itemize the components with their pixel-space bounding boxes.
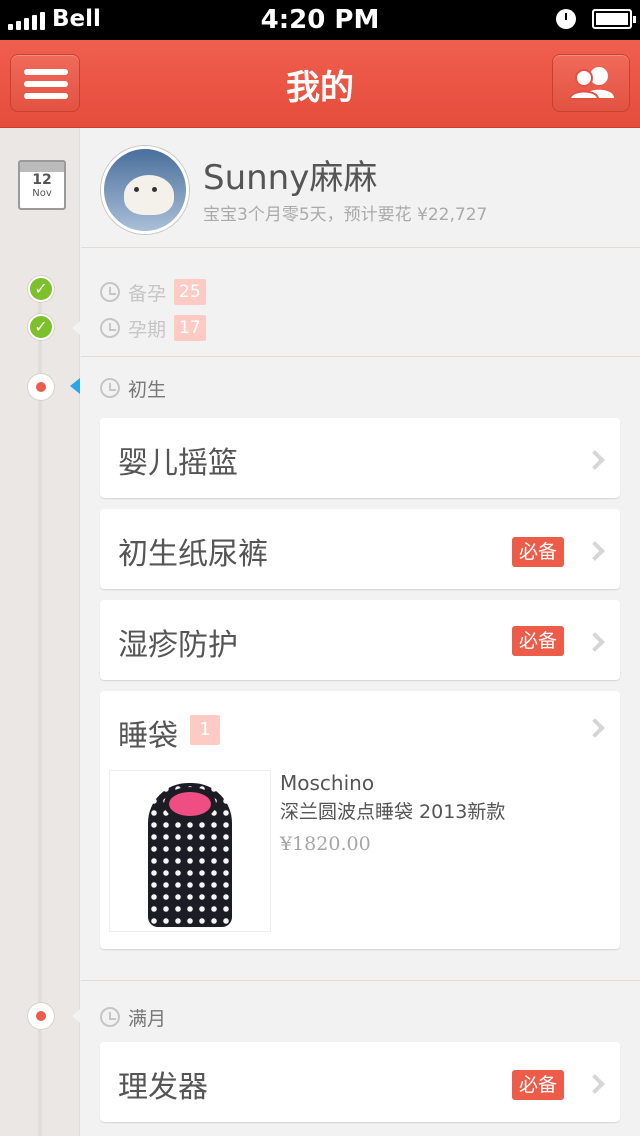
stage-row-newborn: 初生	[100, 373, 166, 403]
stage-label: 孕期	[128, 318, 167, 341]
product-name: 深兰圆波点睡袋 2013新款	[280, 801, 506, 823]
item-card-clipper[interactable]: 理发器 必备	[100, 1042, 620, 1122]
item-title: 婴儿摇篮	[118, 446, 238, 481]
chevron-right-icon	[585, 541, 605, 561]
status-bar: Bell 4:20 PM	[0, 0, 640, 40]
avatar[interactable]	[101, 146, 189, 234]
item-card-diapers[interactable]: 初生纸尿裤 必备	[100, 509, 620, 589]
timeline-rail: 12 Nov ✓ ✓	[0, 128, 81, 1136]
required-badge: 必备	[511, 537, 564, 567]
stage-label: 满月	[128, 1007, 167, 1030]
chevron-right-icon	[585, 1074, 605, 1094]
check-icon: ✓	[28, 276, 54, 302]
profile-header[interactable]: Sunny麻麻 宝宝3个月零5天，预计要花 ¥22,727	[81, 128, 640, 248]
chevron-right-icon	[585, 632, 605, 652]
alarm-icon	[556, 9, 576, 29]
profile-subtitle: 宝宝3个月零5天，预计要花 ¥22,727	[203, 205, 488, 225]
clock-icon	[100, 282, 120, 302]
check-icon: ✓	[28, 314, 54, 340]
item-count-badge: 1	[190, 715, 220, 745]
item-card-cradle[interactable]: 婴儿摇篮	[100, 418, 620, 498]
chevron-right-icon	[585, 450, 605, 470]
page-title: 我的	[286, 68, 354, 108]
people-icon	[568, 67, 614, 100]
calendar-icon[interactable]: 12 Nov	[18, 160, 66, 210]
stage-label: 初生	[128, 378, 167, 401]
clock-icon	[100, 1007, 120, 1027]
timeline-node-current	[28, 374, 54, 400]
item-title: 理发器	[118, 1070, 208, 1105]
clock-icon	[100, 378, 120, 398]
product-image[interactable]	[110, 771, 270, 931]
stage-count-badge: 17	[174, 315, 206, 341]
nav-header: 我的	[0, 40, 640, 128]
timeline-pointer	[72, 1008, 81, 1024]
stage-row-prepregnancy[interactable]: 备孕 25	[100, 277, 206, 307]
item-title: 湿疹防护	[118, 628, 238, 663]
profile-name: Sunny麻麻	[203, 158, 378, 198]
stage-row-full-month: 满月	[100, 1002, 166, 1032]
timeline-node	[28, 1003, 54, 1029]
chevron-right-icon	[585, 718, 605, 738]
calendar-day: 12	[32, 172, 52, 188]
divider	[81, 980, 640, 981]
timeline-pointer	[72, 320, 81, 336]
clock-icon	[100, 318, 120, 338]
current-marker-icon	[70, 378, 80, 394]
item-card-sleeping-bag[interactable]: 睡袋 1 Moschino 深兰圆波点睡袋 2013新款 ¥1820.00	[100, 691, 620, 949]
required-badge: 必备	[511, 626, 564, 656]
item-title: 初生纸尿裤	[118, 537, 268, 572]
item-title: 睡袋	[118, 719, 178, 754]
status-time: 4:20 PM	[260, 5, 380, 35]
stage-count-badge: 25	[174, 279, 206, 305]
stage-label: 备孕	[128, 282, 167, 305]
stage-row-pregnancy[interactable]: 孕期 17	[100, 313, 206, 343]
product-brand: Moschino	[280, 771, 375, 795]
calendar-month: Nov	[32, 188, 52, 199]
divider	[81, 356, 640, 357]
battery-icon	[592, 9, 636, 29]
item-card-eczema[interactable]: 湿疹防护 必备	[100, 600, 620, 680]
product-price: ¥1820.00	[280, 833, 371, 855]
required-badge: 必备	[511, 1070, 564, 1100]
friends-button[interactable]	[552, 54, 630, 112]
